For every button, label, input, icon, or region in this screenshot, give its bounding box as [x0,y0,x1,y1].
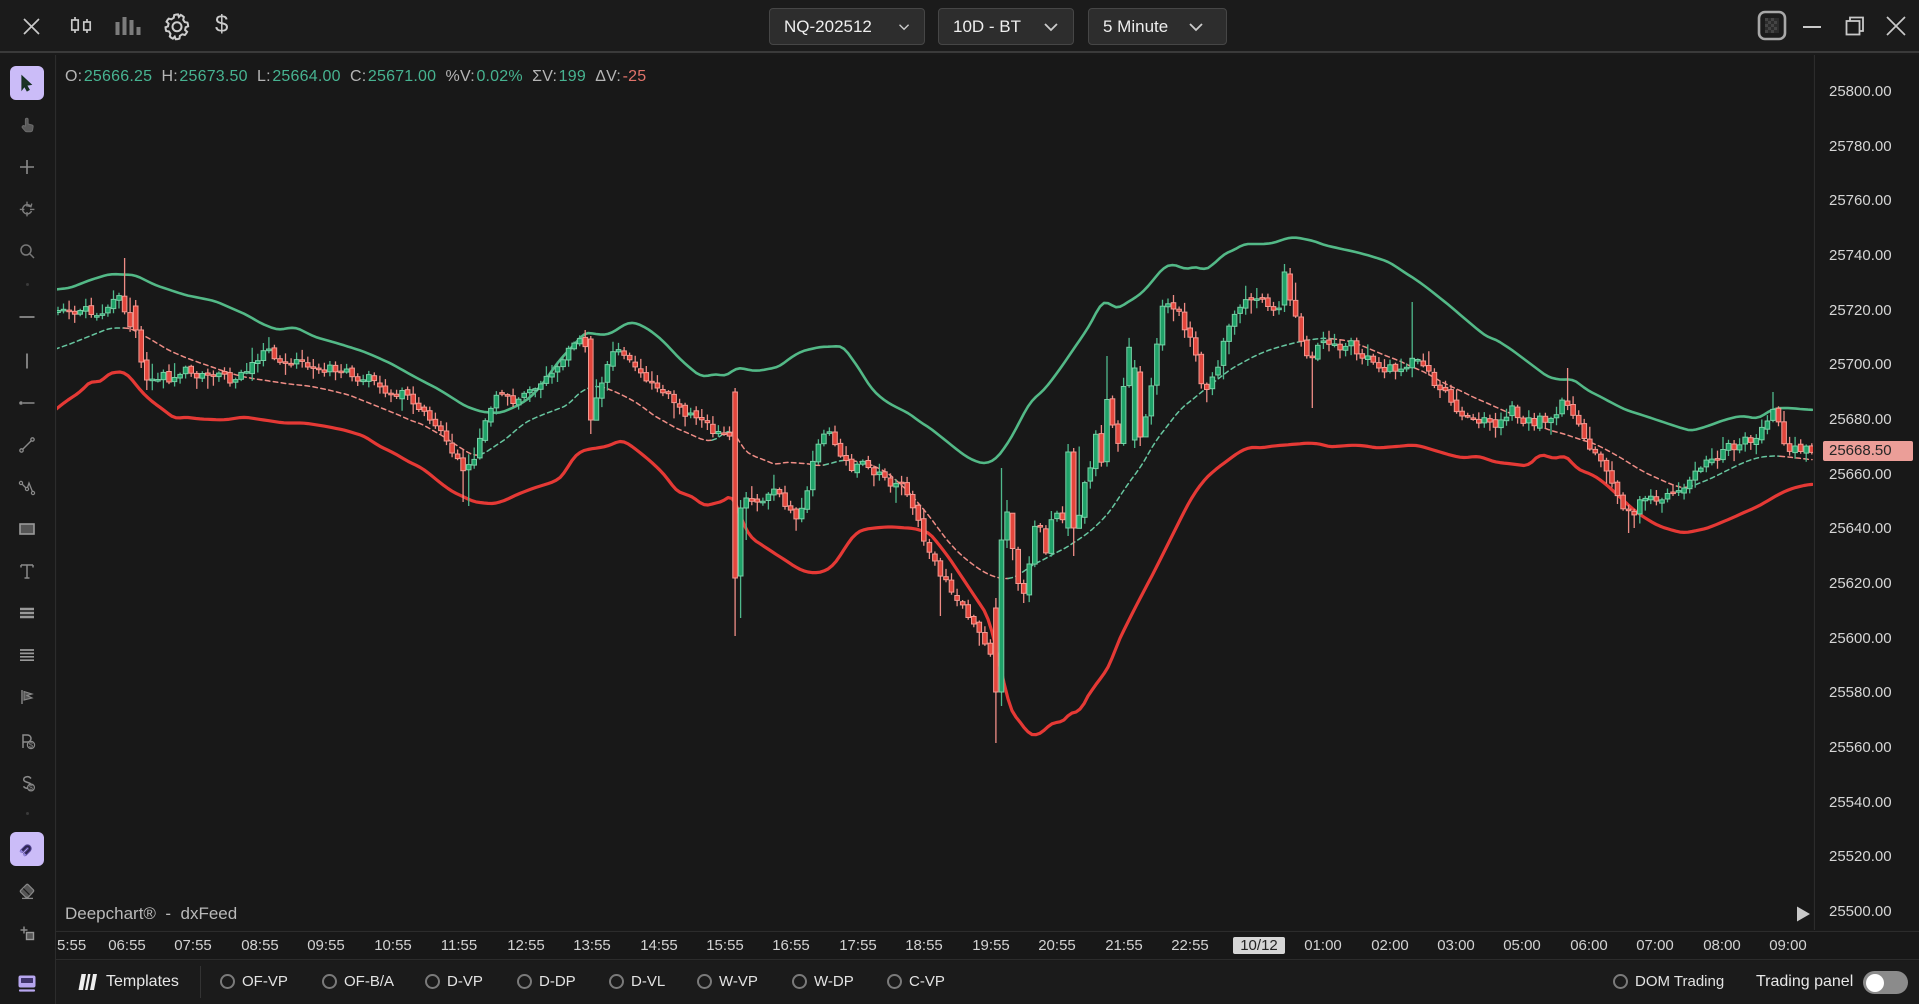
svg-text:$: $ [29,785,33,792]
